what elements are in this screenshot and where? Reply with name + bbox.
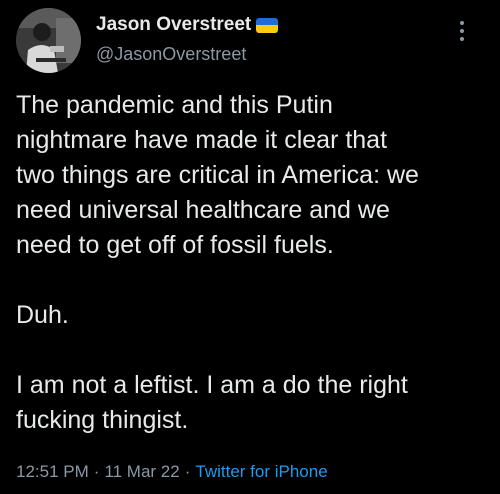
tweet-line: need to get off of fossil fuels. (16, 231, 334, 259)
tweet-line: need universal healthcare and we (16, 196, 390, 224)
tweet-line: fucking thingist. (16, 406, 189, 434)
avatar-photo-icon (16, 8, 81, 73)
meta-separator: · (184, 462, 191, 481)
tweet-line: The pandemic and this Putin (16, 91, 333, 119)
tweet-line: Duh. (16, 301, 69, 329)
author-name-row[interactable]: Jason Overstreet (96, 12, 279, 38)
more-vertical-icon[interactable] (452, 14, 472, 48)
tweet-source-link[interactable]: Twitter for iPhone (195, 462, 327, 482)
tweet-metadata: 12:51 PM · 11 Mar 22 · Twitter for iPhon… (16, 462, 328, 482)
meta-separator: · (93, 462, 100, 481)
tweet-line: two things are critical in America: we (16, 161, 419, 189)
tweet-date[interactable]: 11 Mar 22 (104, 462, 179, 482)
user-handle[interactable]: @JasonOverstreet (96, 44, 246, 65)
avatar[interactable] (16, 8, 81, 73)
ukraine-flag-icon (256, 17, 279, 33)
tweet-line: I am not a leftist. I am a do the right (16, 371, 408, 399)
tweet-card: Jason Overstreet @JasonOverstreet The pa… (0, 0, 500, 494)
tweet-text: The pandemic and this Putin nightmare ha… (16, 88, 486, 438)
display-name[interactable]: Jason Overstreet (96, 14, 251, 36)
tweet-time[interactable]: 12:51 PM (16, 462, 89, 482)
tweet-line: nightmare have made it clear that (16, 126, 388, 154)
